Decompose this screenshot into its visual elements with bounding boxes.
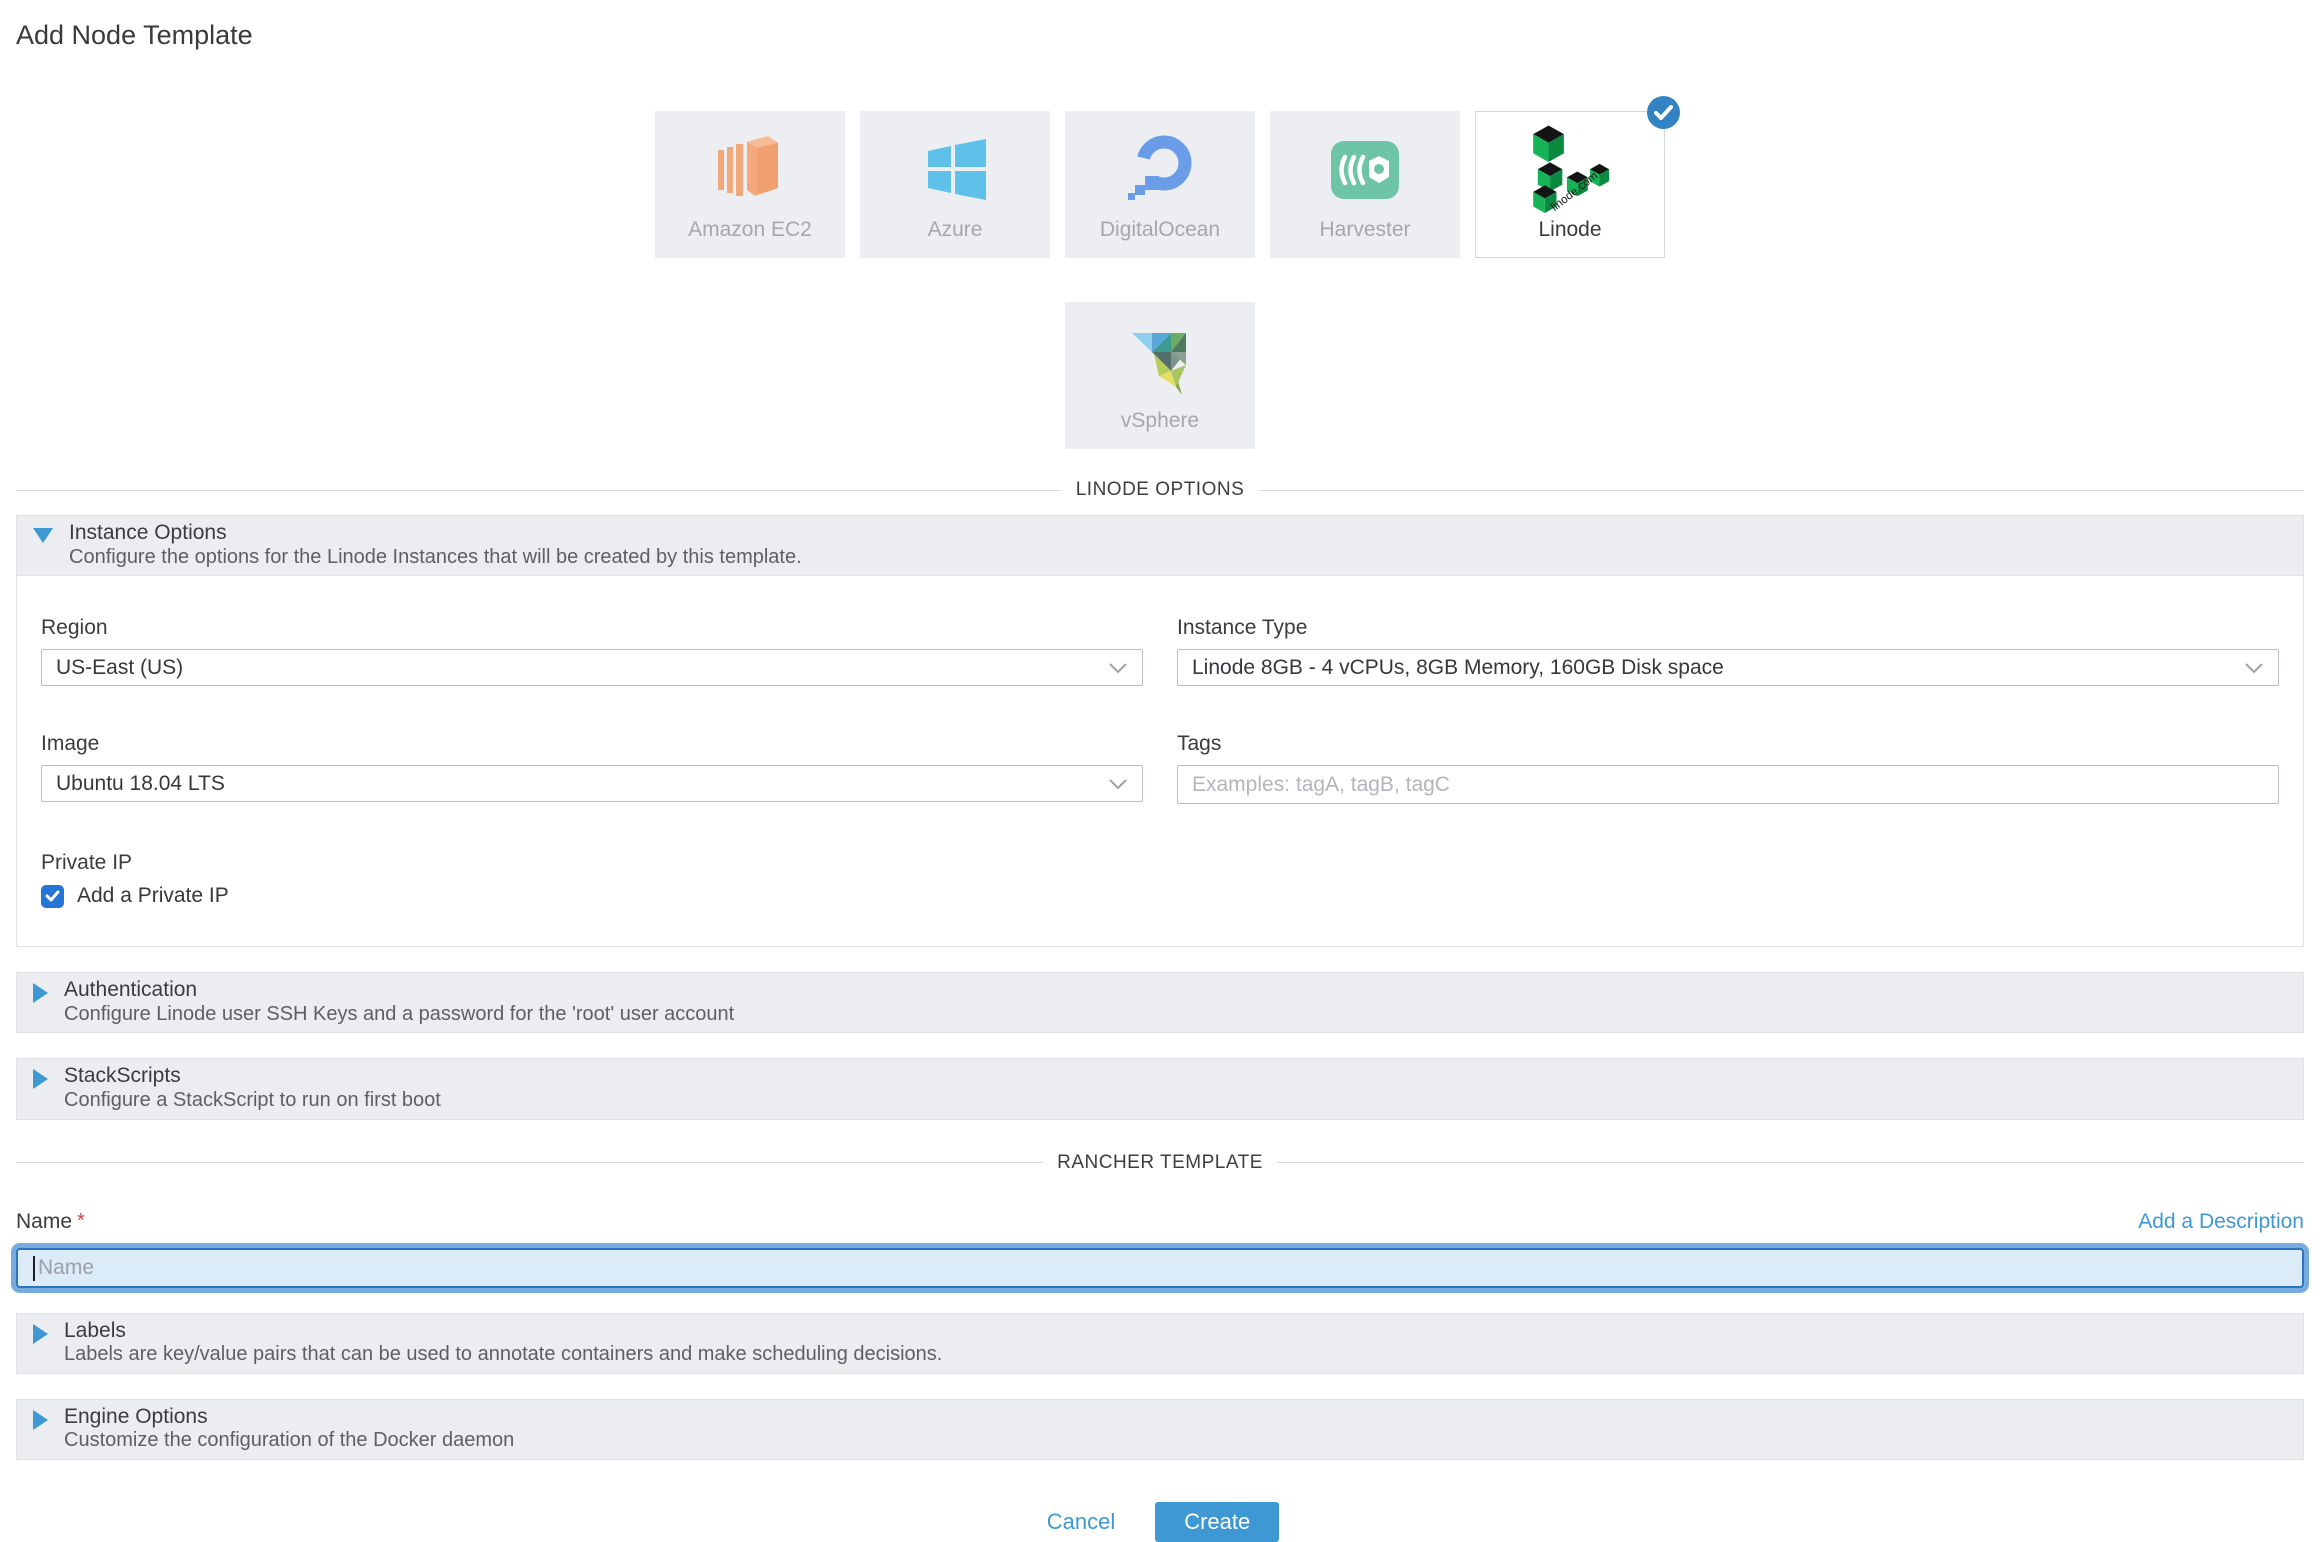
chevron-right-icon: [33, 983, 48, 1003]
name-input[interactable]: [16, 1248, 2304, 1288]
provider-card-digitalocean[interactable]: DigitalOcean: [1065, 111, 1255, 258]
section-title: Engine Options: [64, 1404, 514, 1430]
private-ip-label: Private IP: [41, 851, 2279, 875]
cancel-button[interactable]: Cancel: [1041, 1508, 1121, 1536]
linode-options-divider: LINODE OPTIONS: [16, 479, 2304, 501]
provider-cards-row-1: Amazon EC2 Azure: [16, 111, 2304, 258]
section-title: Labels: [64, 1318, 942, 1344]
chevron-down-icon: [1108, 662, 1128, 674]
chevron-down-icon: [2244, 662, 2264, 674]
image-field: Image Ubuntu 18.04 LTS: [41, 732, 1143, 804]
region-value: US-East (US): [56, 656, 183, 680]
azure-icon: [920, 111, 990, 218]
section-title: Instance Options: [69, 520, 802, 546]
section-stackscripts: StackScripts Configure a StackScript to …: [16, 1058, 2304, 1119]
instance-type-label: Instance Type: [1177, 616, 2279, 640]
digitalocean-icon: [1124, 111, 1196, 218]
action-buttons: Cancel Create: [16, 1502, 2304, 1542]
section-subtitle: Customize the configuration of the Docke…: [64, 1429, 514, 1453]
tags-field: Tags: [1177, 732, 2279, 804]
section-subtitle: Configure a StackScript to run on first …: [64, 1089, 441, 1113]
chevron-right-icon: [33, 1069, 48, 1089]
name-input-wrap: [16, 1248, 2304, 1288]
provider-card-azure[interactable]: Azure: [860, 111, 1050, 258]
private-ip-checkbox[interactable]: [41, 885, 64, 908]
chevron-right-icon: [33, 1410, 48, 1430]
chevron-right-icon: [33, 1324, 48, 1344]
section-instance-options: Instance Options Configure the options f…: [16, 515, 2304, 947]
page-title: Add Node Template: [16, 20, 2304, 51]
provider-card-vsphere[interactable]: vSphere: [1065, 302, 1255, 449]
name-label: Name: [16, 1210, 72, 1233]
region-select[interactable]: US-East (US): [41, 649, 1143, 686]
add-node-template-dialog: Add Node Template Amazon EC2: [0, 0, 2320, 1542]
create-button[interactable]: Create: [1155, 1502, 1279, 1542]
section-authentication: Authentication Configure Linode user SSH…: [16, 972, 2304, 1033]
image-label: Image: [41, 732, 1143, 756]
instance-type-field: Instance Type Linode 8GB - 4 vCPUs, 8GB …: [1177, 616, 2279, 686]
rancher-template-divider: RANCHER TEMPLATE: [16, 1152, 2304, 1174]
provider-card-linode[interactable]: linode.com Linode: [1475, 111, 1665, 258]
provider-card-label: DigitalOcean: [1100, 218, 1220, 242]
check-icon: [45, 890, 60, 902]
stackscripts-header[interactable]: StackScripts Configure a StackScript to …: [17, 1059, 2303, 1118]
add-description-link[interactable]: Add a Description: [2138, 1210, 2304, 1234]
section-labels: Labels Labels are key/value pairs that c…: [16, 1313, 2304, 1374]
check-icon: [1654, 105, 1673, 120]
private-ip-checkbox-label: Add a Private IP: [77, 884, 229, 908]
provider-cards-row-2: vSphere: [16, 302, 2304, 449]
chevron-down-icon: [33, 528, 53, 543]
provider-card-label: Linode: [1538, 218, 1601, 242]
chevron-down-icon: [1108, 778, 1128, 790]
required-marker: *: [77, 1210, 85, 1232]
instance-type-select[interactable]: Linode 8GB - 4 vCPUs, 8GB Memory, 160GB …: [1177, 649, 2279, 686]
tags-input[interactable]: [1177, 765, 2279, 804]
name-row: Name* Add a Description: [16, 1210, 2304, 1234]
vsphere-icon: [1124, 302, 1196, 409]
section-title: StackScripts: [64, 1063, 441, 1089]
section-subtitle: Configure the options for the Linode Ins…: [69, 546, 802, 570]
engine-options-header[interactable]: Engine Options Customize the configurati…: [17, 1400, 2303, 1459]
provider-card-amazon-ec2[interactable]: Amazon EC2: [655, 111, 845, 258]
labels-header[interactable]: Labels Labels are key/value pairs that c…: [17, 1314, 2303, 1373]
instance-type-value: Linode 8GB - 4 vCPUs, 8GB Memory, 160GB …: [1192, 656, 1724, 680]
region-field: Region US-East (US): [41, 616, 1143, 686]
divider-label: RANCHER TEMPLATE: [1043, 1152, 1277, 1174]
instance-options-header[interactable]: Instance Options Configure the options f…: [17, 516, 2303, 575]
selected-check-badge: [1647, 96, 1680, 129]
section-title: Authentication: [64, 977, 734, 1003]
text-caret: [33, 1256, 35, 1281]
section-engine-options: Engine Options Customize the configurati…: [16, 1399, 2304, 1460]
provider-card-harvester[interactable]: Harvester: [1270, 111, 1460, 258]
section-subtitle: Labels are key/value pairs that can be u…: [64, 1343, 942, 1367]
tags-label: Tags: [1177, 732, 2279, 756]
harvester-icon: [1329, 111, 1401, 218]
provider-card-label: Harvester: [1319, 218, 1410, 242]
provider-card-label: Azure: [928, 218, 983, 242]
private-ip-field: Private IP Add a Private IP: [41, 851, 2279, 908]
amazon-ec2-icon: [717, 111, 783, 218]
region-label: Region: [41, 616, 1143, 640]
provider-card-label: vSphere: [1121, 409, 1199, 433]
section-subtitle: Configure Linode user SSH Keys and a pas…: [64, 1003, 734, 1027]
image-select[interactable]: Ubuntu 18.04 LTS: [41, 765, 1143, 802]
provider-card-label: Amazon EC2: [688, 218, 812, 242]
authentication-header[interactable]: Authentication Configure Linode user SSH…: [17, 973, 2303, 1032]
image-value: Ubuntu 18.04 LTS: [56, 772, 225, 796]
linode-icon: linode.com: [1524, 112, 1616, 218]
private-ip-checkbox-row[interactable]: Add a Private IP: [41, 884, 2279, 908]
instance-options-body: Region US-East (US) Instance Type Linode…: [17, 575, 2303, 946]
divider-label: LINODE OPTIONS: [1062, 479, 1259, 501]
